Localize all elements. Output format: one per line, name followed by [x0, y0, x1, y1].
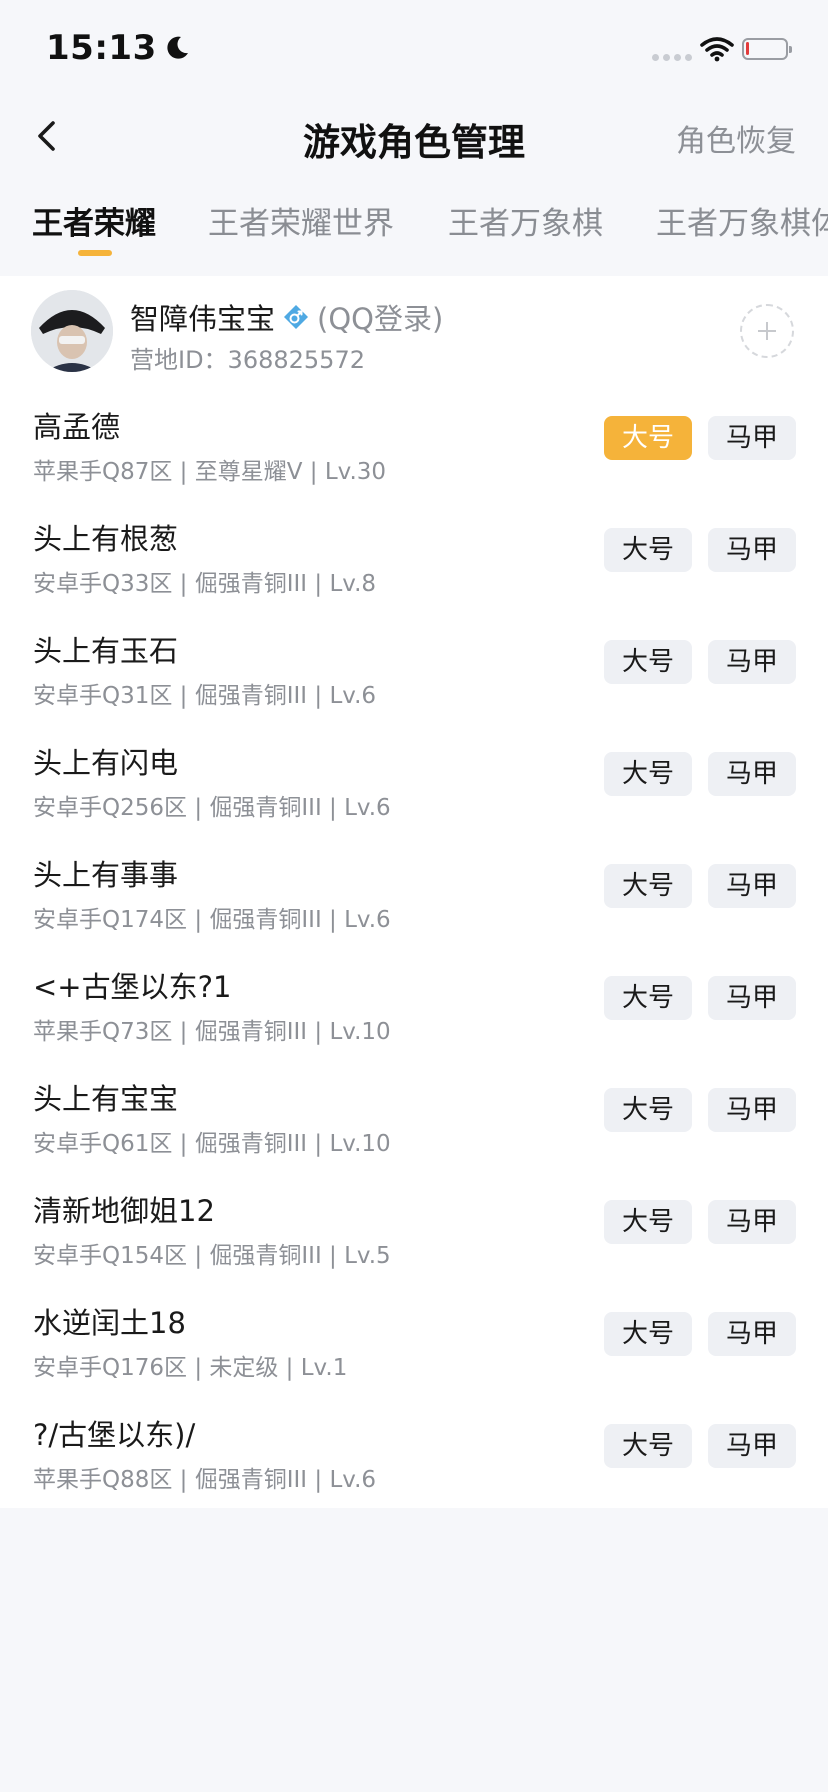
- main-account-button[interactable]: 大号: [604, 528, 692, 572]
- account-profile: 智障伟宝宝 (QQ登录) 营地ID：368825572: [0, 276, 828, 392]
- role-name: 头上有玉石: [33, 634, 179, 668]
- role-meta: 苹果手Q73区 | 倔强青铜III | Lv.10: [33, 1019, 391, 1045]
- tab-honor-of-kings[interactable]: 王者荣耀: [32, 198, 156, 243]
- role-name: 头上有宝宝: [33, 1082, 179, 1116]
- alt-account-button[interactable]: 马甲: [708, 416, 796, 460]
- profile-name-row: 智障伟宝宝 (QQ登录): [130, 296, 443, 338]
- role-list: 高孟德 苹果手Q87区 | 至尊星耀V | Lv.30 大号 马甲 头上有根葱 …: [0, 392, 828, 1512]
- role-meta: 安卓手Q33区 | 倔强青铜III | Lv.8: [33, 571, 377, 597]
- role-meta: 安卓手Q256区 | 倔强青铜III | Lv.6: [33, 795, 391, 821]
- alt-account-button[interactable]: 马甲: [708, 1312, 796, 1356]
- main-account-button[interactable]: 大号: [604, 416, 692, 460]
- role-name: 清新地御姐12: [33, 1194, 215, 1228]
- camp-id: 营地ID：368825572: [130, 346, 365, 374]
- status-time: 15:13: [46, 28, 157, 68]
- alt-account-button[interactable]: 马甲: [708, 528, 796, 572]
- role-item: <+古堡以东?1 苹果手Q73区 | 倔强青铜III | Lv.10 大号 马甲: [0, 952, 828, 1064]
- profile-name: 智障伟宝宝: [130, 302, 276, 336]
- alt-account-button[interactable]: 马甲: [708, 864, 796, 908]
- role-item: 头上有根葱 安卓手Q33区 | 倔强青铜III | Lv.8 大号 马甲: [0, 504, 828, 616]
- battery-icon: [742, 38, 792, 60]
- role-item: 头上有闪电 安卓手Q256区 | 倔强青铜III | Lv.6 大号 马甲: [0, 728, 828, 840]
- add-account-button[interactable]: [740, 304, 794, 358]
- role-name: 头上有事事: [33, 858, 179, 892]
- tab-kings-chess-more[interactable]: 王者万象棋体: [656, 198, 828, 243]
- male-icon: [284, 305, 309, 329]
- role-meta: 苹果手Q88区 | 倔强青铜III | Lv.6: [33, 1467, 377, 1493]
- main-account-button[interactable]: 大号: [604, 864, 692, 908]
- moon-icon: [167, 36, 188, 59]
- main-account-button[interactable]: 大号: [604, 640, 692, 684]
- role-name: ?/古堡以东)/: [33, 1418, 196, 1452]
- role-item: 水逆闰土18 安卓手Q176区 | 未定级 | Lv.1 大号 马甲: [0, 1288, 828, 1400]
- alt-account-button[interactable]: 马甲: [708, 640, 796, 684]
- main-account-button[interactable]: 大号: [604, 1312, 692, 1356]
- cellular-signal-icon: [652, 54, 692, 61]
- wifi-icon: [700, 37, 734, 62]
- tab-honor-of-kings-world[interactable]: 王者荣耀世界: [208, 198, 394, 243]
- tab-kings-chess[interactable]: 王者万象棋: [448, 198, 603, 243]
- role-meta: 安卓手Q61区 | 倔强青铜III | Lv.10: [33, 1131, 391, 1157]
- main-account-button[interactable]: 大号: [604, 752, 692, 796]
- role-item: ?/古堡以东)/ 苹果手Q88区 | 倔强青铜III | Lv.6 大号 马甲: [0, 1400, 828, 1512]
- role-name: 高孟德: [33, 410, 121, 444]
- role-name: 头上有根葱: [33, 522, 179, 556]
- alt-account-button[interactable]: 马甲: [708, 1200, 796, 1244]
- main-account-button[interactable]: 大号: [604, 1424, 692, 1468]
- alt-account-button[interactable]: 马甲: [708, 1424, 796, 1468]
- role-meta: 安卓手Q176区 | 未定级 | Lv.1: [33, 1355, 348, 1381]
- role-item: 高孟德 苹果手Q87区 | 至尊星耀V | Lv.30 大号 马甲: [0, 392, 828, 504]
- role-item: 头上有事事 安卓手Q174区 | 倔强青铜III | Lv.6 大号 马甲: [0, 840, 828, 952]
- main-account-button[interactable]: 大号: [604, 1088, 692, 1132]
- main-account-button[interactable]: 大号: [604, 1200, 692, 1244]
- role-name: 头上有闪电: [33, 746, 179, 780]
- alt-account-button[interactable]: 马甲: [708, 1088, 796, 1132]
- role-item: 头上有玉石 安卓手Q31区 | 倔强青铜III | Lv.6 大号 马甲: [0, 616, 828, 728]
- role-item: 头上有宝宝 安卓手Q61区 | 倔强青铜III | Lv.10 大号 马甲: [0, 1064, 828, 1176]
- role-meta: 苹果手Q87区 | 至尊星耀V | Lv.30: [33, 459, 387, 485]
- role-name: <+古堡以东?1: [33, 970, 232, 1004]
- alt-account-button[interactable]: 马甲: [708, 976, 796, 1020]
- login-type: (QQ登录): [317, 302, 444, 336]
- avatar: [31, 290, 113, 372]
- avatar-image: [31, 290, 113, 372]
- status-time-group: 15:13: [46, 28, 191, 68]
- game-tabs: 王者荣耀 王者荣耀世界 王者万象棋 王者万象棋体: [0, 190, 828, 274]
- status-bar: 15:13: [0, 0, 828, 100]
- main-account-button[interactable]: 大号: [604, 976, 692, 1020]
- role-meta: 安卓手Q31区 | 倔强青铜III | Lv.6: [33, 683, 377, 709]
- alt-account-button[interactable]: 马甲: [708, 752, 796, 796]
- nav-bar: 游戏角色管理 角色恢复: [0, 100, 828, 174]
- role-meta: 安卓手Q154区 | 倔强青铜III | Lv.5: [33, 1243, 391, 1269]
- role-list-card: 智障伟宝宝 (QQ登录) 营地ID：368825572 高孟德 苹果手Q87区 …: [0, 276, 828, 1508]
- role-item: 清新地御姐12 安卓手Q154区 | 倔强青铜III | Lv.5 大号 马甲: [0, 1176, 828, 1288]
- battery-level: [746, 42, 749, 55]
- active-tab-indicator: [78, 250, 112, 256]
- role-name: 水逆闰土18: [33, 1306, 186, 1340]
- role-meta: 安卓手Q174区 | 倔强青铜III | Lv.6: [33, 907, 391, 933]
- role-restore-button[interactable]: 角色恢复: [676, 116, 796, 160]
